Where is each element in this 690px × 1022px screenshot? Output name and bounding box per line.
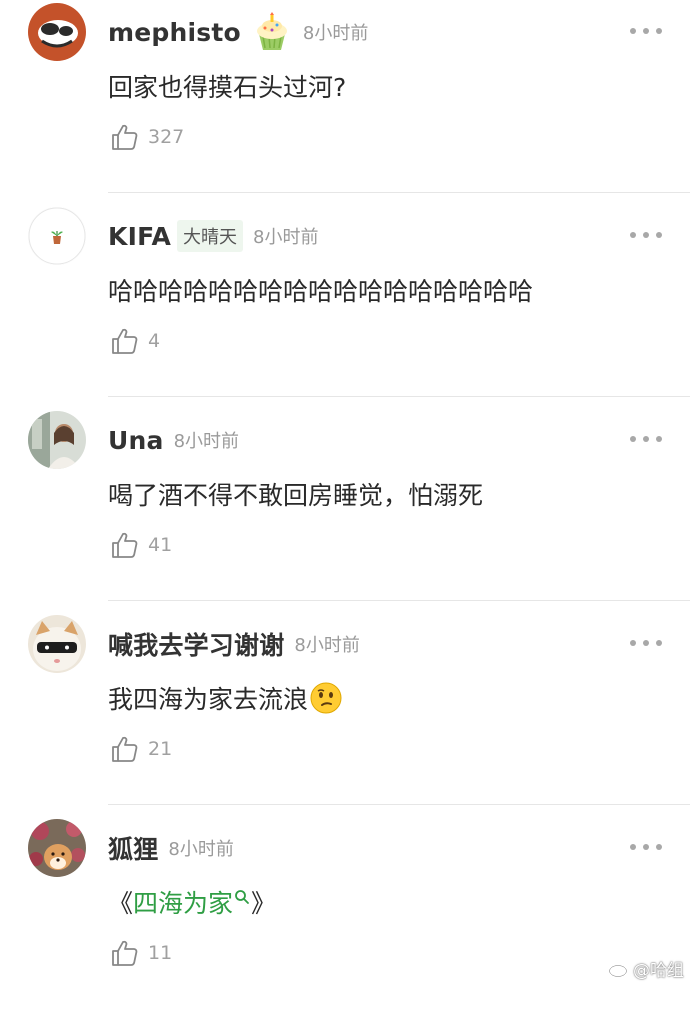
like-button[interactable]: 21	[110, 734, 172, 764]
timestamp: 8小时前	[294, 635, 360, 656]
more-options-icon[interactable]	[630, 638, 662, 648]
cupcake-badge-icon	[256, 12, 287, 50]
username[interactable]: Una	[108, 426, 164, 455]
thumbs-up-icon	[112, 532, 138, 558]
comment-text: 回家也得摸石头过河?	[108, 73, 347, 102]
bracket-open: 《	[108, 889, 134, 918]
like-count: 327	[148, 126, 185, 148]
timestamp: 8小时前	[302, 23, 369, 44]
avatar[interactable]	[28, 207, 86, 265]
divider	[108, 192, 690, 193]
comment-text-body: 我四海为家去流浪	[108, 685, 309, 714]
avatar[interactable]	[28, 615, 86, 673]
like-count: 21	[148, 738, 173, 760]
avatar[interactable]	[28, 411, 86, 469]
search-icon[interactable]	[233, 888, 251, 906]
thumbs-up-icon	[112, 328, 138, 354]
like-count: 11	[148, 942, 173, 964]
username[interactable]: mephisto	[108, 18, 241, 47]
username[interactable]: KIFA	[108, 222, 171, 251]
comment-text: 我四海为家去流浪	[108, 680, 342, 716]
weibo-watermark: @哈组	[608, 956, 684, 981]
like-button[interactable]: 4	[110, 326, 160, 356]
comment-item: 喊我去学习谢谢 8小时前 我四海为家去流浪 21	[0, 614, 690, 818]
comment-text: 喝了酒不得不敢回房睡觉，怕溺死	[108, 481, 484, 510]
more-options-icon[interactable]	[630, 26, 662, 36]
bracket-close: 》	[251, 889, 277, 918]
username[interactable]: 狐狸	[108, 830, 158, 866]
comment-text: 《 四海为家 》	[108, 884, 276, 920]
timestamp: 8小时前	[253, 227, 319, 248]
comment-header: KIFA 大晴天 8小时前	[108, 216, 319, 256]
like-button[interactable]: 327	[110, 122, 184, 152]
avatar[interactable]	[28, 3, 86, 61]
more-options-icon[interactable]	[630, 434, 662, 444]
like-count: 4	[148, 330, 161, 352]
comment-header: Una 8小时前	[108, 420, 239, 460]
comment-header: 喊我去学习谢谢 8小时前	[108, 624, 360, 664]
comment-item: mephisto 8小时前 回家也得摸石头过河? 327	[0, 2, 690, 206]
avatar[interactable]	[28, 819, 86, 877]
username[interactable]: 喊我去学习谢谢	[108, 626, 284, 662]
thumbs-up-icon	[112, 124, 138, 150]
more-options-icon[interactable]	[630, 842, 662, 852]
more-options-icon[interactable]	[630, 230, 662, 240]
comment-item: 狐狸 8小时前 《 四海为家 》 11	[0, 818, 690, 1022]
watermark-text: @哈组	[633, 961, 684, 981]
timestamp: 8小时前	[168, 839, 234, 860]
divider	[108, 396, 690, 397]
thumbs-up-icon	[112, 940, 138, 966]
timestamp: 8小时前	[173, 431, 240, 452]
comment-text: 哈哈哈哈哈哈哈哈哈哈哈哈哈哈哈哈哈	[108, 277, 534, 306]
thumbs-up-icon	[112, 736, 138, 762]
comment-item: Una 8小时前 喝了酒不得不敢回房睡觉，怕溺死 41	[0, 410, 690, 614]
comment-header: 狐狸 8小时前	[108, 828, 234, 868]
divider	[108, 804, 690, 805]
weibo-logo-icon	[608, 961, 629, 977]
comment-header: mephisto 8小时前	[108, 12, 368, 52]
search-link[interactable]: 四海为家	[133, 884, 233, 920]
user-tag: 大晴天	[177, 220, 244, 252]
confused-face-emoji-icon	[310, 682, 342, 714]
like-button[interactable]: 11	[110, 938, 172, 968]
divider	[108, 600, 690, 601]
like-button[interactable]: 41	[110, 530, 172, 560]
like-count: 41	[148, 534, 173, 556]
comment-item: KIFA 大晴天 8小时前 哈哈哈哈哈哈哈哈哈哈哈哈哈哈哈哈哈 4	[0, 206, 690, 410]
